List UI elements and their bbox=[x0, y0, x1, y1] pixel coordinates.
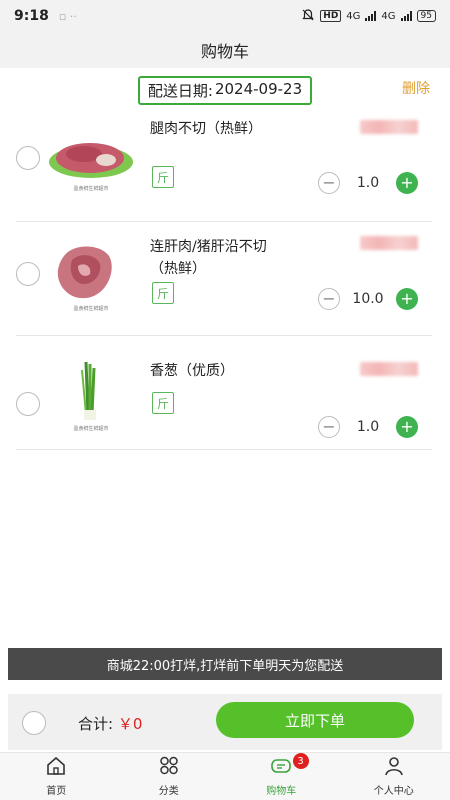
total-label: 合计: bbox=[78, 715, 114, 733]
quantity-value[interactable]: 1.0 bbox=[348, 175, 388, 191]
delete-button[interactable]: 删除 bbox=[402, 78, 430, 98]
cart-count-badge: 3 bbox=[292, 753, 309, 769]
item-title[interactable]: 连肝肉/猪肝沿不切（热鲜） bbox=[150, 236, 280, 280]
total-value: ￥0 bbox=[117, 715, 143, 733]
delivery-date-value: 2024-09-23 bbox=[214, 79, 303, 98]
battery-icon: 95 bbox=[416, 10, 436, 22]
quantity-value[interactable]: 10.0 bbox=[348, 291, 388, 307]
notification-dots-icon: ▫ ·· bbox=[58, 9, 77, 23]
signal-icon bbox=[365, 11, 377, 21]
unit-badge: 斤 bbox=[152, 166, 174, 188]
tab-cart-label: 购物车 bbox=[266, 786, 297, 797]
minus-button[interactable]: − bbox=[318, 288, 340, 310]
user-icon bbox=[383, 756, 405, 780]
plus-button[interactable]: + bbox=[396, 288, 418, 310]
tab-home-label: 首页 bbox=[46, 786, 67, 797]
unit-badge: 斤 bbox=[152, 282, 174, 304]
tab-profile[interactable]: 个人中心 bbox=[338, 753, 450, 800]
tab-cart[interactable]: 3 购物车 bbox=[225, 753, 338, 800]
item-checkbox[interactable] bbox=[16, 392, 40, 416]
item-title[interactable]: 香葱（优质） bbox=[150, 360, 280, 382]
status-time: 9:18 bbox=[14, 8, 49, 24]
cart-item: 盈食鲜生鲜超市 腿肉不切（热鲜） 斤 − 1.0 + bbox=[16, 108, 432, 222]
total: 合计: ￥0 bbox=[78, 713, 142, 734]
delivery-date-row: 配送日期: 2024-09-23 删除 bbox=[0, 72, 450, 108]
minus-button[interactable]: − bbox=[318, 416, 340, 438]
quantity-stepper: − 1.0 + bbox=[318, 416, 418, 438]
item-checkbox[interactable] bbox=[16, 146, 40, 170]
category-icon bbox=[158, 756, 180, 780]
svg-text:盈食鲜生鲜超市: 盈食鲜生鲜超市 bbox=[73, 305, 108, 312]
order-button[interactable]: 立即下单 bbox=[216, 702, 414, 738]
select-all-checkbox[interactable] bbox=[22, 711, 46, 735]
nav-bar: 购物车 bbox=[0, 32, 450, 68]
price-blurred bbox=[360, 120, 418, 134]
checkout-bar: 合计: ￥0 立即下单 bbox=[8, 694, 442, 750]
status-bar: 9:18 ▫ ·· HD 4G 4G 95 bbox=[0, 0, 450, 32]
page-title: 购物车 bbox=[200, 42, 249, 61]
cart-item: 盈食鲜生鲜超市 香葱（优质） 斤 − 1.0 + bbox=[16, 336, 432, 450]
quantity-stepper: − 10.0 + bbox=[318, 288, 418, 310]
product-image-pork-liver[interactable]: 盈食鲜生鲜超市 bbox=[46, 236, 136, 316]
plus-button[interactable]: + bbox=[396, 172, 418, 194]
signal-icon-2 bbox=[400, 11, 412, 21]
price-blurred bbox=[360, 236, 418, 250]
tab-bar: 首页 分类 3 购物车 个人中心 bbox=[0, 752, 450, 800]
home-icon bbox=[45, 756, 67, 780]
svg-text:盈食鲜生鲜超市: 盈食鲜生鲜超市 bbox=[73, 185, 108, 192]
unit-badge: 斤 bbox=[152, 392, 174, 414]
closing-notice: 商城22:00打烊,打烊前下单明天为您配送 bbox=[8, 648, 442, 680]
delivery-date-box[interactable]: 配送日期: 2024-09-23 bbox=[137, 75, 313, 105]
network-type-left: 4G bbox=[346, 10, 361, 22]
tab-category-label: 分类 bbox=[158, 786, 179, 797]
cart-icon bbox=[270, 756, 292, 780]
price-blurred bbox=[360, 362, 418, 376]
svg-text:盈食鲜生鲜超市: 盈食鲜生鲜超市 bbox=[73, 425, 108, 432]
product-image-green-onion[interactable]: 盈食鲜生鲜超市 bbox=[46, 358, 136, 438]
tab-home[interactable]: 首页 bbox=[0, 753, 113, 800]
cart-item: 盈食鲜生鲜超市 连肝肉/猪肝沿不切（热鲜） 斤 − 10.0 + bbox=[16, 222, 432, 336]
plus-button[interactable]: + bbox=[396, 416, 418, 438]
minus-button[interactable]: − bbox=[318, 172, 340, 194]
tab-category[interactable]: 分类 bbox=[113, 753, 226, 800]
quantity-stepper: − 1.0 + bbox=[318, 172, 418, 194]
item-title[interactable]: 腿肉不切（热鲜） bbox=[150, 118, 280, 140]
quantity-value[interactable]: 1.0 bbox=[348, 419, 388, 435]
tab-profile-label: 个人中心 bbox=[373, 786, 414, 797]
network-type-right: 4G bbox=[381, 10, 396, 22]
hd-badge: HD bbox=[320, 10, 342, 22]
product-image-pork-leg[interactable]: 盈食鲜生鲜超市 bbox=[46, 118, 136, 198]
item-checkbox[interactable] bbox=[16, 262, 40, 286]
mute-bell-icon bbox=[301, 8, 315, 25]
closing-notice-text: 商城22:00打烊,打烊前下单明天为您配送 bbox=[106, 658, 344, 674]
delivery-date-label: 配送日期: bbox=[147, 81, 213, 100]
